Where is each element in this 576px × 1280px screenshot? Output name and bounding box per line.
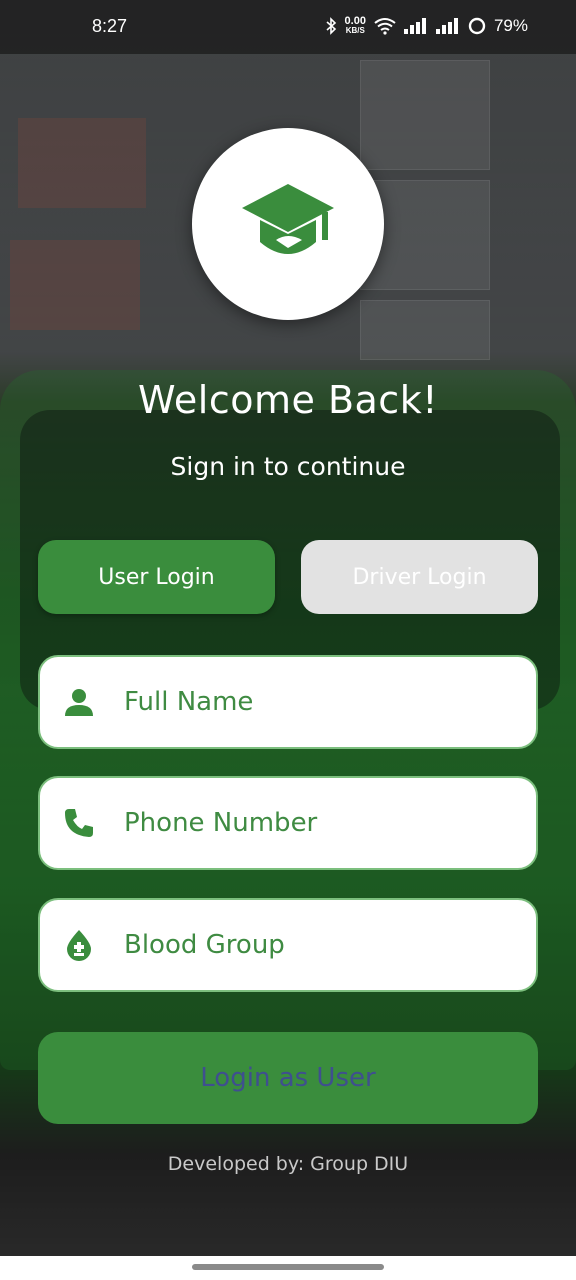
- blood-drop-icon: [62, 928, 96, 962]
- battery-icon: [468, 17, 486, 35]
- bluetooth-icon: [325, 17, 337, 35]
- signal-icon: [403, 18, 428, 34]
- welcome-title: Welcome Back!: [138, 378, 438, 422]
- home-gesture-handle[interactable]: [192, 1264, 384, 1270]
- phone-icon: [62, 806, 96, 840]
- status-bar: 8:27 0.00 KB/S 79%: [0, 0, 576, 54]
- network-speed-unit: KB/S: [345, 26, 365, 35]
- tab-driver-login[interactable]: Driver Login: [301, 540, 538, 614]
- network-speed-value: 0.00: [344, 15, 366, 27]
- welcome-subtitle: Sign in to continue: [170, 452, 406, 481]
- navigation-bar: [0, 1256, 576, 1280]
- person-icon: [62, 685, 96, 719]
- login-as-user-button[interactable]: Login as User: [38, 1032, 538, 1124]
- phone-number-placeholder: Phone Number: [124, 808, 318, 838]
- status-icons: 0.00 KB/S 79%: [325, 16, 528, 36]
- blood-group-field[interactable]: Blood Group: [38, 898, 538, 992]
- graduation-cap-icon: [242, 184, 334, 264]
- phone-number-field[interactable]: Phone Number: [38, 776, 538, 870]
- developer-credit: Developed by: Group DIU: [167, 1153, 409, 1175]
- battery-percent: 79%: [493, 16, 528, 35]
- app-logo: [192, 128, 384, 320]
- wifi-icon: [374, 17, 396, 35]
- status-time: 8:27: [92, 16, 128, 36]
- full-name-placeholder: Full Name: [124, 687, 254, 717]
- blood-group-placeholder: Blood Group: [124, 930, 285, 960]
- full-name-field[interactable]: Full Name: [38, 655, 538, 749]
- tab-user-login[interactable]: User Login: [38, 540, 275, 614]
- network-speed: 0.00 KB/S: [344, 15, 366, 36]
- signal-icon-2: [435, 18, 460, 34]
